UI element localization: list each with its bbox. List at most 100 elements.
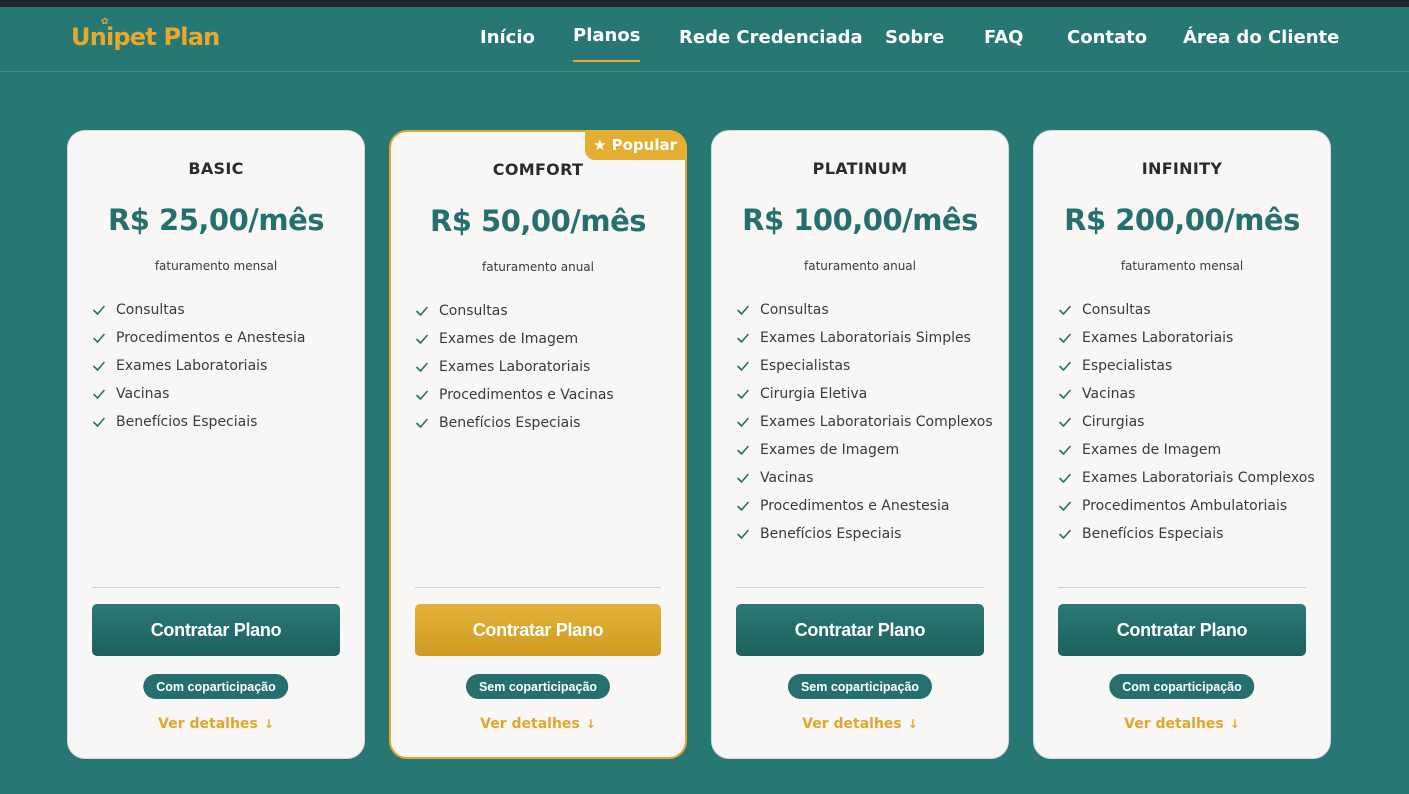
feature-item: Benefícios Especiais bbox=[736, 520, 993, 548]
ver-detalhes-link[interactable]: Ver detalhes ↓ bbox=[391, 716, 685, 732]
contratar-plano-button[interactable]: Contratar Plano bbox=[415, 604, 661, 656]
ver-detalhes-link[interactable]: Ver detalhes ↓ bbox=[1034, 716, 1330, 732]
feature-label: Exames Laboratoriais bbox=[116, 358, 268, 374]
feature-item: Benefícios Especiais bbox=[92, 408, 306, 436]
nav-item-area-do-cliente[interactable]: Área do Cliente bbox=[1183, 27, 1339, 48]
check-icon bbox=[737, 445, 749, 455]
check-icon bbox=[1059, 501, 1071, 511]
feature-label: Exames Laboratoriais Simples bbox=[760, 330, 971, 346]
check-icon bbox=[1059, 417, 1071, 427]
feature-label: Exames de Imagem bbox=[760, 442, 900, 458]
feature-item: Vacinas bbox=[92, 380, 306, 408]
brand-logo[interactable]: Unipet Plan ✿ bbox=[71, 17, 220, 51]
feature-label: Exames Laboratoriais bbox=[1082, 330, 1234, 346]
feature-label: Procedimentos Ambulatoriais bbox=[1082, 498, 1288, 514]
feature-label: Procedimentos e Vacinas bbox=[439, 387, 614, 403]
check-icon bbox=[1059, 333, 1071, 343]
check-icon bbox=[1059, 305, 1071, 315]
check-icon bbox=[1059, 361, 1071, 371]
check-icon bbox=[416, 362, 428, 372]
card-divider bbox=[736, 587, 984, 588]
feature-item: Procedimentos Ambulatoriais bbox=[1058, 492, 1315, 520]
feature-item: Exames Laboratoriais Simples bbox=[736, 324, 993, 352]
feature-item: Cirurgia Eletiva bbox=[736, 380, 993, 408]
feature-item: Benefícios Especiais bbox=[1058, 520, 1315, 548]
check-icon bbox=[737, 501, 749, 511]
check-icon bbox=[93, 333, 105, 343]
coparticipacao-badge: Sem coparticipação bbox=[787, 674, 933, 699]
feature-label: Benefícios Especiais bbox=[439, 415, 581, 431]
feature-item: Consultas bbox=[415, 297, 614, 325]
feature-item: Exames de Imagem bbox=[415, 325, 614, 353]
plan-name: PLATINUM bbox=[812, 159, 908, 178]
feature-label: Benefícios Especiais bbox=[760, 526, 902, 542]
feature-item: Consultas bbox=[92, 296, 306, 324]
coparticipacao-badge: Com coparticipação bbox=[1109, 674, 1255, 699]
feature-label: Exames de Imagem bbox=[1082, 442, 1222, 458]
plan-price: R$ 100,00/mês bbox=[742, 203, 978, 237]
ver-detalhes-link[interactable]: Ver detalhes ↓ bbox=[712, 716, 1008, 732]
nav-item-rede-credenciada[interactable]: Rede Credenciada bbox=[679, 27, 863, 48]
plan-card-basic: BASIC R$ 25,00/mês faturamento mensal Co… bbox=[67, 130, 365, 759]
feature-label: Exames Laboratoriais Complexos bbox=[760, 414, 993, 430]
feature-item: Exames Laboratoriais bbox=[1058, 324, 1315, 352]
check-icon bbox=[93, 389, 105, 399]
check-icon bbox=[737, 333, 749, 343]
feature-item: Consultas bbox=[736, 296, 993, 324]
check-icon bbox=[737, 305, 749, 315]
plan-price: R$ 25,00/mês bbox=[107, 203, 325, 237]
coparticipacao-badge: Com coparticipação bbox=[143, 674, 289, 699]
check-icon bbox=[416, 306, 428, 316]
feature-label: Exames de Imagem bbox=[439, 331, 579, 347]
feature-item: Procedimentos e Anestesia bbox=[736, 492, 993, 520]
arrow-down-icon: ↓ bbox=[585, 717, 596, 731]
plan-name: INFINITY bbox=[1141, 159, 1223, 178]
nav-item-faq[interactable]: FAQ bbox=[984, 27, 1023, 48]
feature-label: Procedimentos e Anestesia bbox=[116, 330, 306, 346]
ver-detalhes-link[interactable]: Ver detalhes ↓ bbox=[68, 716, 364, 732]
feature-item: Vacinas bbox=[1058, 380, 1315, 408]
feature-label: Exames Laboratoriais Complexos bbox=[1082, 470, 1315, 486]
contratar-plano-button[interactable]: Contratar Plano bbox=[1058, 604, 1306, 656]
plan-card-platinum: PLATINUM R$ 100,00/mês faturamento anual… bbox=[711, 130, 1009, 759]
feature-label: Consultas bbox=[439, 303, 508, 319]
ver-detalhes-label: Ver detalhes bbox=[480, 716, 580, 732]
contratar-plano-button[interactable]: Contratar Plano bbox=[736, 604, 984, 656]
check-icon bbox=[737, 361, 749, 371]
plan-billing: faturamento anual bbox=[482, 260, 594, 274]
feature-item: Cirurgias bbox=[1058, 408, 1315, 436]
feature-label: Cirurgias bbox=[1082, 414, 1145, 430]
contratar-plano-button[interactable]: Contratar Plano bbox=[92, 604, 340, 656]
check-icon bbox=[1059, 473, 1071, 483]
feature-item: Consultas bbox=[1058, 296, 1315, 324]
ver-detalhes-label: Ver detalhes bbox=[1124, 716, 1224, 732]
plan-card-infinity: INFINITY R$ 200,00/mês faturamento mensa… bbox=[1033, 130, 1331, 759]
feature-item: Exames Laboratoriais bbox=[92, 352, 306, 380]
popular-label: Popular bbox=[611, 136, 677, 154]
feature-item: Especialistas bbox=[1058, 352, 1315, 380]
feature-item: Procedimentos e Vacinas bbox=[415, 381, 614, 409]
feature-item: Exames Laboratoriais Complexos bbox=[736, 408, 993, 436]
feature-item: Exames Laboratoriais bbox=[415, 353, 614, 381]
feature-list: Consultas Exames Laboratoriais Especialist… bbox=[1058, 296, 1315, 548]
arrow-down-icon: ↓ bbox=[1229, 717, 1240, 731]
nav-item-contato[interactable]: Contato bbox=[1067, 27, 1147, 48]
popular-badge: ★ Popular bbox=[585, 130, 687, 160]
nav-item-inicio[interactable]: Início bbox=[480, 27, 535, 48]
plan-name: BASIC bbox=[188, 159, 244, 178]
brand-name: Unipet Plan bbox=[71, 23, 220, 51]
feature-item: Benefícios Especiais bbox=[415, 409, 614, 437]
plan-card-comfort: ★ Popular COMFORT R$ 50,00/mês faturament… bbox=[389, 130, 687, 759]
check-icon bbox=[737, 473, 749, 483]
check-icon bbox=[737, 417, 749, 427]
feature-label: Procedimentos e Anestesia bbox=[760, 498, 950, 514]
arrow-down-icon: ↓ bbox=[263, 717, 274, 731]
nav-item-planos[interactable]: Planos bbox=[573, 25, 641, 62]
card-divider bbox=[92, 587, 340, 588]
check-icon bbox=[737, 389, 749, 399]
feature-label: Vacinas bbox=[760, 470, 814, 486]
feature-label: Consultas bbox=[1082, 302, 1151, 318]
check-icon bbox=[737, 529, 749, 539]
feature-item: Procedimentos e Anestesia bbox=[92, 324, 306, 352]
nav-item-sobre[interactable]: Sobre bbox=[885, 27, 944, 48]
